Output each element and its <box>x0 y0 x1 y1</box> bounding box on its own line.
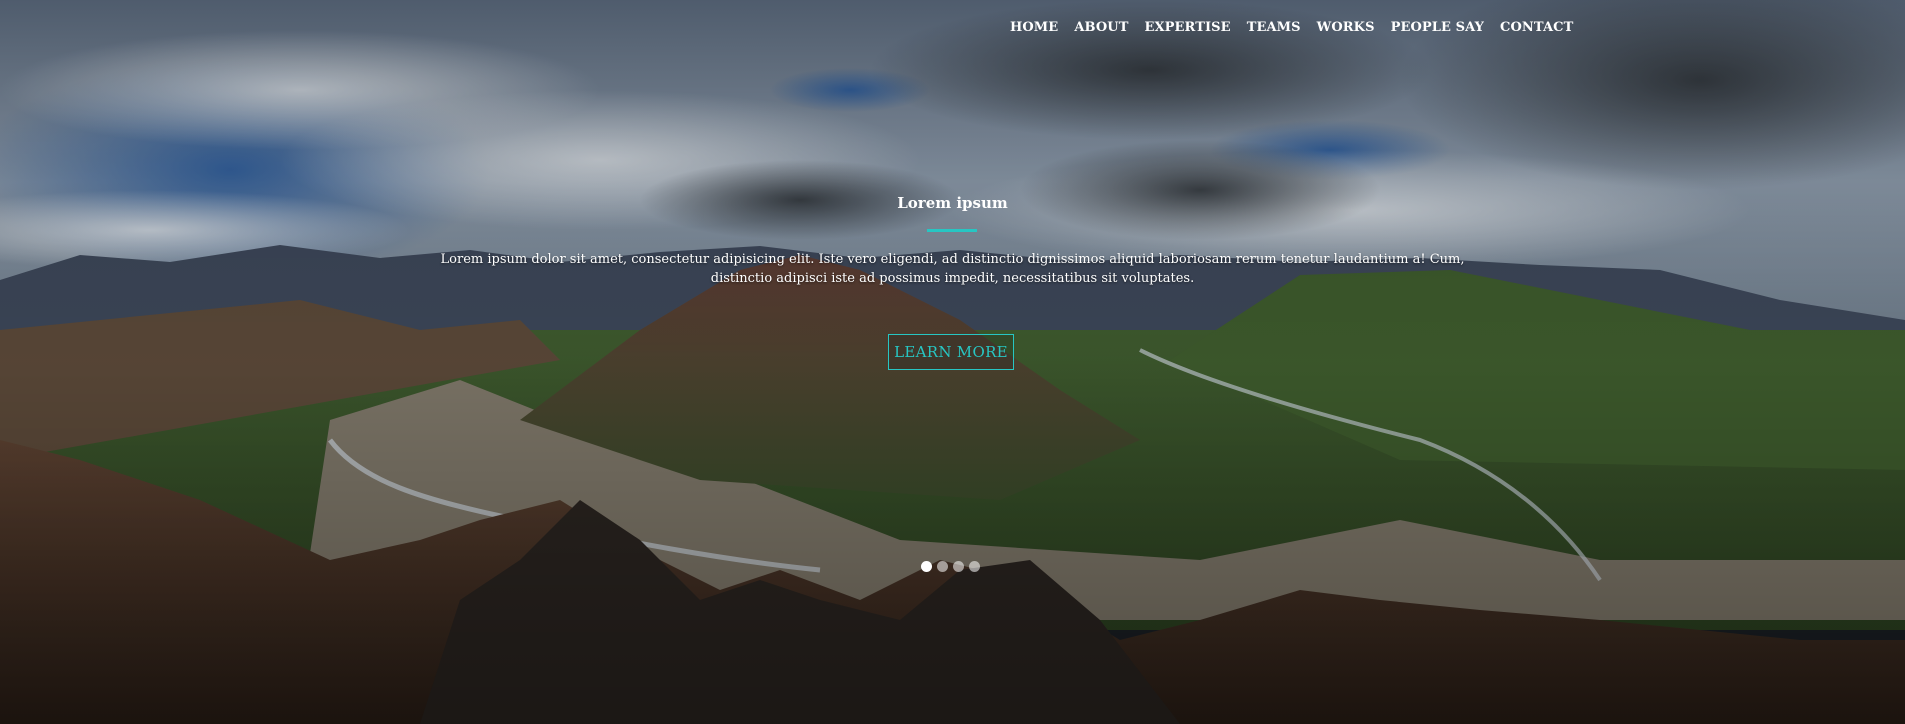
nav-link-works[interactable]: WORKS <box>1317 20 1375 36</box>
learn-more-button[interactable]: LEARN MORE <box>888 334 1014 370</box>
slider-dot-1[interactable] <box>921 561 932 572</box>
hero-title: Lorem ipsum <box>897 194 1008 212</box>
nav-link-contact[interactable]: CONTACT <box>1500 20 1573 36</box>
hero-section: HOME ABOUT EXPERTISE TEAMS WORKS PEOPLE … <box>0 0 1905 724</box>
slider-dot-2[interactable] <box>937 561 948 572</box>
title-underline <box>927 229 977 232</box>
main-nav: HOME ABOUT EXPERTISE TEAMS WORKS PEOPLE … <box>1010 20 1589 36</box>
nav-link-expertise[interactable]: EXPERTISE <box>1144 20 1230 36</box>
hero-description: Lorem ipsum dolor sit amet, consectetur … <box>440 252 1465 286</box>
slider-pagination <box>921 561 980 572</box>
nav-link-people-say[interactable]: PEOPLE SAY <box>1391 20 1484 36</box>
slider-dot-3[interactable] <box>953 561 964 572</box>
slider-dot-4[interactable] <box>969 561 980 572</box>
nav-link-teams[interactable]: TEAMS <box>1247 20 1301 36</box>
nav-link-home[interactable]: HOME <box>1010 20 1058 36</box>
nav-link-about[interactable]: ABOUT <box>1074 20 1128 36</box>
